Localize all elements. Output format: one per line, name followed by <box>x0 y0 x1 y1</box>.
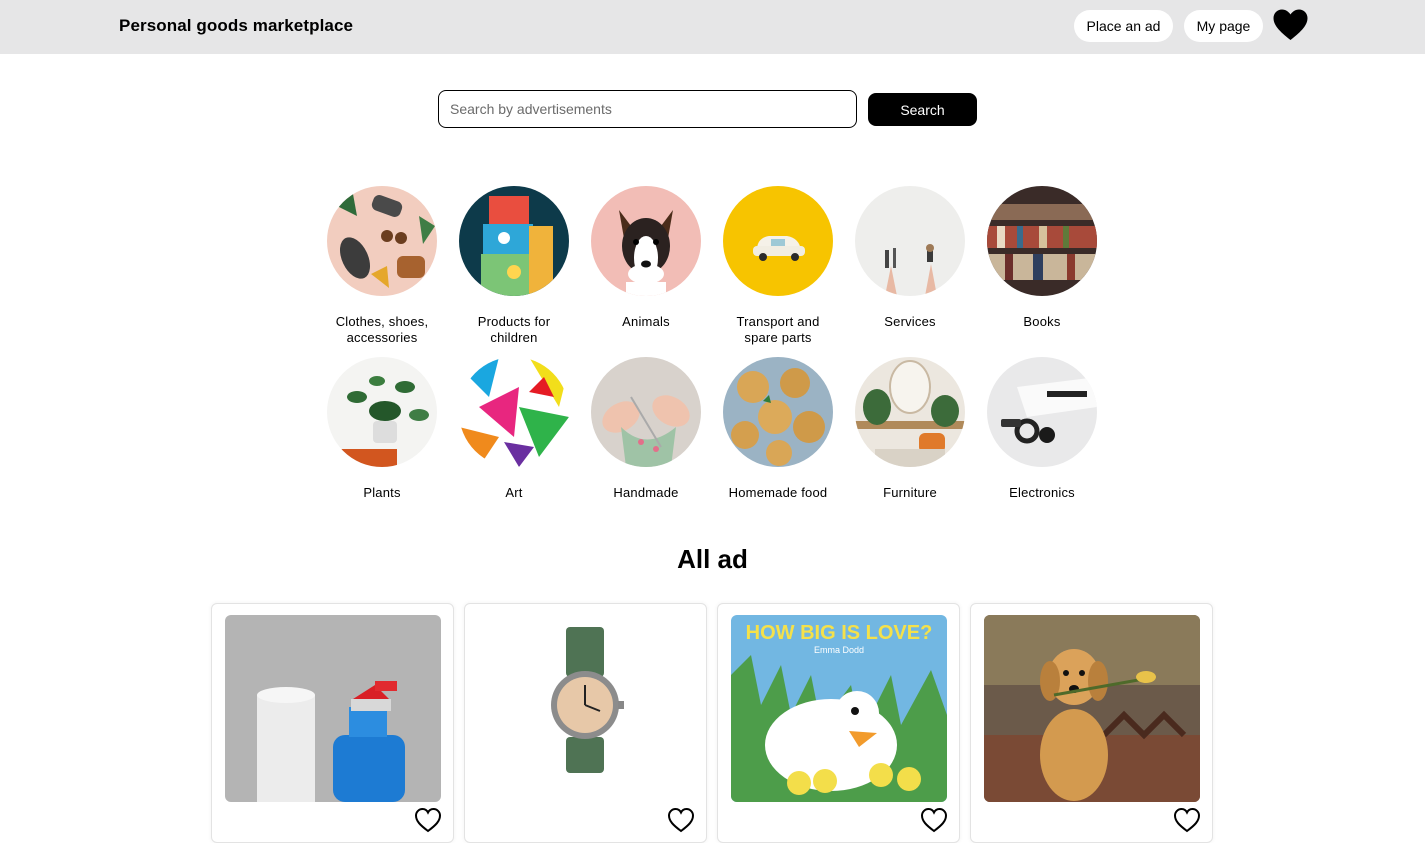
ad-image-book-cover: HOW BIG IS LOVE? Emma Dodd <box>731 615 947 802</box>
place-ad-button[interactable]: Place an ad <box>1074 10 1173 42</box>
search-button[interactable]: Search <box>868 93 977 126</box>
ad-list: HOW BIG IS LOVE? Emma Dodd <box>211 603 1215 843</box>
category-children-image <box>459 186 569 296</box>
category-art-image <box>459 357 569 467</box>
category-electronics[interactable]: Electronics <box>976 357 1108 528</box>
category-furniture-image <box>855 357 965 467</box>
site-title[interactable]: Personal goods marketplace <box>119 16 353 36</box>
book-author: Emma Dodd <box>814 645 864 655</box>
category-art[interactable]: Art <box>448 357 580 528</box>
category-plants[interactable]: Plants <box>316 357 448 528</box>
top-bar: Personal goods marketplace Place an ad M… <box>0 0 1425 54</box>
category-plants-image <box>327 357 437 467</box>
book-title: HOW BIG IS LOVE? <box>746 622 933 644</box>
ad-card[interactable] <box>464 603 707 843</box>
category-children[interactable]: Products for children <box>448 186 580 357</box>
category-clothes-image <box>327 186 437 296</box>
category-label: Furniture <box>883 485 937 500</box>
category-label: Electronics <box>1009 485 1075 500</box>
category-animals[interactable]: Animals <box>580 186 712 357</box>
category-electronics-image <box>987 357 1097 467</box>
ad-card[interactable] <box>211 603 454 843</box>
category-handmade-image <box>591 357 701 467</box>
category-label: Transport and spare parts <box>736 314 820 345</box>
category-animals-image <box>591 186 701 296</box>
category-label: Services <box>884 314 936 329</box>
ad-card[interactable] <box>970 603 1213 843</box>
heart-icon[interactable] <box>1272 8 1309 42</box>
my-page-button[interactable]: My page <box>1184 10 1263 42</box>
ad-card[interactable]: HOW BIG IS LOVE? Emma Dodd <box>717 603 960 843</box>
category-transport[interactable]: Transport and spare parts <box>712 186 844 357</box>
search-input[interactable] <box>438 90 857 128</box>
category-label: Clothes, shoes, accessories <box>335 314 429 345</box>
category-food-image <box>723 357 833 467</box>
heart-outline-icon[interactable] <box>414 807 442 833</box>
category-handmade[interactable]: Handmade <box>580 357 712 528</box>
category-label: Products for children <box>477 314 551 345</box>
heart-outline-icon[interactable] <box>920 807 948 833</box>
category-transport-image <box>723 186 833 296</box>
category-label: Handmade <box>613 485 679 500</box>
category-books-image <box>987 186 1097 296</box>
category-furniture[interactable]: Furniture <box>844 357 976 528</box>
category-label: Plants <box>363 485 401 500</box>
category-homemade-food[interactable]: Homemade food <box>712 357 844 528</box>
category-label: Art <box>505 485 523 500</box>
category-books[interactable]: Books <box>976 186 1108 357</box>
category-label: Books <box>1023 314 1061 329</box>
ad-image-puppy <box>984 615 1200 802</box>
category-services-image <box>855 186 965 296</box>
category-grid: Clothes, shoes, accessories Products for… <box>316 186 1112 528</box>
heart-outline-icon[interactable] <box>667 807 695 833</box>
ad-image-cleaning-supplies <box>225 615 441 802</box>
category-services[interactable]: Services <box>844 186 976 357</box>
category-label: Homemade food <box>728 485 828 500</box>
category-label: Animals <box>622 314 670 329</box>
heart-outline-icon[interactable] <box>1173 807 1201 833</box>
section-title: All ad <box>677 544 748 574</box>
category-clothes[interactable]: Clothes, shoes, accessories <box>316 186 448 357</box>
ad-image-wristwatch <box>478 615 694 802</box>
